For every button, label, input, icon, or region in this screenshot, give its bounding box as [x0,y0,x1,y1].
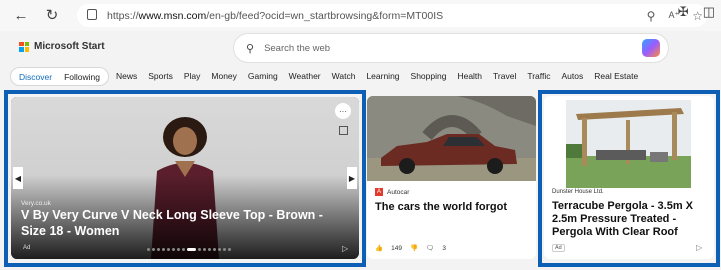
car-photo [367,96,536,181]
category-weather[interactable]: Weather [289,71,321,81]
logo-square-red [19,41,24,46]
category-health[interactable]: Health [457,71,482,81]
search-icon: ⚲ [246,42,255,55]
category-news[interactable]: News [116,71,137,81]
carousel-dot[interactable] [213,248,216,251]
category-real-estate[interactable]: Real Estate [594,71,638,81]
logo-square-green [24,41,29,46]
source-name: Autocar [387,188,410,196]
carousel-dot[interactable] [218,248,221,251]
copilot-icon[interactable] [642,39,660,57]
carousel-dot[interactable] [172,248,175,251]
logo-text: Microsoft Start [34,41,105,52]
split-screen-icon[interactable]: ◫ [703,4,715,20]
carousel-dot[interactable] [167,248,170,251]
visual-search-icon[interactable] [339,126,348,135]
carousel-next-button[interactable]: ▶ [347,167,357,189]
zoom-icon[interactable]: ⚲ [647,9,656,23]
carousel-dot[interactable] [177,248,180,251]
lock-icon[interactable] [87,9,97,20]
msn-header: Microsoft Start ⚲ Search the web [0,31,721,65]
microsoft-logo-icon [19,41,29,52]
category-shopping[interactable]: Shopping [411,71,447,81]
category-play[interactable]: Play [184,71,201,81]
carousel-dot[interactable] [152,248,155,251]
carousel-prev-button[interactable]: ◀ [13,167,23,189]
search-placeholder: Search the web [264,42,331,54]
carousel-dot[interactable] [198,248,201,251]
category-learning[interactable]: Learning [366,71,399,81]
adchoices-icon[interactable]: ▷ [696,243,702,252]
like-icon[interactable]: 👍 [375,244,383,252]
refresh-icon[interactable]: ↻ [40,3,64,27]
back-icon[interactable]: ← [9,3,33,27]
category-autos[interactable]: Autos [562,71,584,81]
carousel-dot[interactable] [228,248,231,251]
tab-following[interactable]: Following [64,72,100,82]
browser-toolbar: ← ↻ https://www.msn.com/en-gb/feed?ocid=… [0,0,721,31]
like-count: 149 [391,244,402,252]
carousel-dot[interactable] [223,248,226,251]
ad-label: Ad [23,245,31,251]
adchoices-icon[interactable]: ▷ [342,244,348,253]
carousel-dot[interactable] [157,248,160,251]
ad-source: Dunster House Ltd. [552,189,604,195]
feed-tabs: Discover Following [10,67,109,86]
category-list: News Sports Play Money Gaming Weather Wa… [116,71,638,81]
car-image [367,96,536,181]
carousel-dot[interactable] [187,248,196,251]
hero-source: Very.co.uk [21,200,51,207]
carousel-dot[interactable] [182,248,185,251]
category-traffic[interactable]: Traffic [527,71,550,81]
category-travel[interactable]: Travel [493,71,516,81]
reaction-bar: 👍 149 👎 🗨 3 [375,244,446,253]
category-sports[interactable]: Sports [148,71,173,81]
carousel-dot[interactable] [208,248,211,251]
pergola-photo [566,100,691,188]
url-text[interactable]: https://www.msn.com/en-gb/feed?ocid=wn_s… [107,10,443,22]
ad-title[interactable]: Terracube Pergola - 3.5m X 2.5m Pressure… [552,200,710,239]
hero-title[interactable]: V By Very Curve V Neck Long Sleeve Top -… [21,207,351,239]
search-box[interactable]: ⚲ Search the web [234,34,668,62]
pergola-image [566,100,691,188]
carousel-dot[interactable] [147,248,150,251]
autocar-logo-icon: A [375,188,383,196]
ad-label: Ad [552,244,565,252]
article-card-cars[interactable]: A Autocar The cars the world forgot 👍 14… [367,96,536,259]
carousel-dot[interactable] [203,248,206,251]
comment-count: 3 [442,244,446,252]
article-source: A Autocar [375,188,409,196]
logo-square-yellow [24,47,29,52]
address-bar[interactable]: https://www.msn.com/en-gb/feed?ocid=wn_s… [77,4,707,27]
category-watch[interactable]: Watch [332,71,356,81]
article-title[interactable]: The cars the world forgot [375,201,507,213]
category-bar: Discover Following News Sports Play Mone… [0,65,721,87]
ad-card-pergola[interactable]: Dunster House Ltd. Terracube Pergola - 3… [544,96,714,259]
category-money[interactable]: Money [211,71,237,81]
microsoft-start-logo[interactable]: Microsoft Start [19,41,105,52]
hero-ad-card[interactable]: ··· ◀ ▶ Very.co.uk V By Very Curve V Nec… [11,97,359,259]
tab-discover[interactable]: Discover [19,72,52,82]
more-options-button[interactable]: ··· [335,103,351,119]
category-gaming[interactable]: Gaming [248,71,278,81]
carousel-dot[interactable] [162,248,165,251]
dislike-icon[interactable]: 👎 [410,244,418,252]
logo-square-blue [19,47,24,52]
carousel-dots[interactable] [147,248,231,251]
extensions-icon[interactable]: ✠ [678,4,689,20]
comment-icon[interactable]: 🗨 [426,244,434,252]
